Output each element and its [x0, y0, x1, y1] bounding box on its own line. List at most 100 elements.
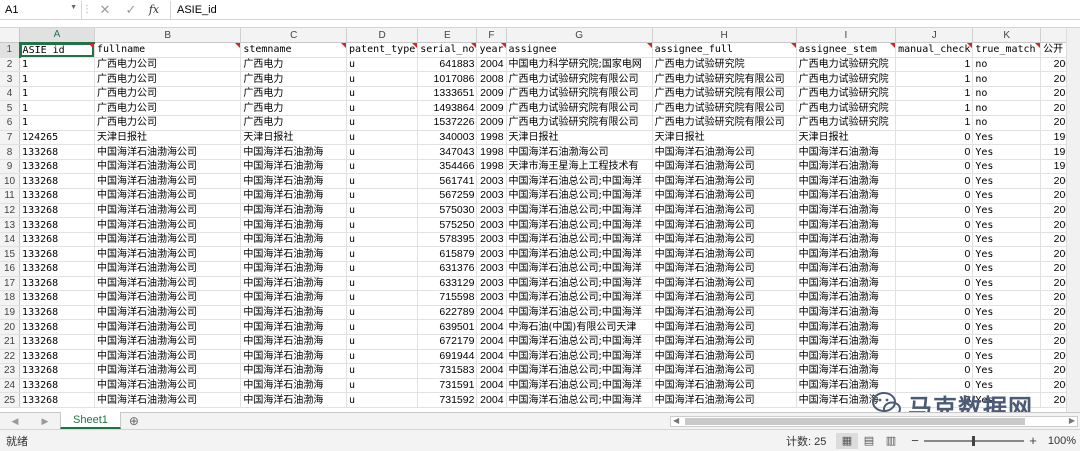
table-cell[interactable]: 中国海洋石油渤海公司 — [94, 261, 242, 277]
table-cell[interactable]: 354466 — [417, 159, 478, 175]
table-cell[interactable]: no — [972, 100, 1042, 117]
table-cell[interactable]: 中国海洋石油渤海 — [796, 305, 897, 321]
table-cell[interactable]: 中国海洋石油总公司;中国海洋 — [506, 246, 653, 262]
zoom-slider-knob[interactable] — [972, 435, 975, 446]
table-cell[interactable]: 615879 — [417, 246, 478, 262]
table-cell[interactable]: u — [346, 319, 419, 335]
table-cell[interactable]: 中国海洋石油渤海 — [240, 305, 348, 321]
scroll-left-icon[interactable]: ◀ — [673, 416, 679, 425]
table-cell[interactable]: 中国电力科学研究院;国家电网 — [506, 57, 653, 73]
table-cell[interactable]: 中国海洋石油渤海公司 — [94, 173, 242, 190]
table-cell[interactable]: 0 — [895, 130, 974, 146]
name-box[interactable]: A1 ▼ — [0, 0, 82, 19]
table-cell[interactable]: 1 — [895, 86, 974, 102]
header-cell[interactable]: assignee_stem — [796, 42, 897, 58]
scroll-tabs-left-icon[interactable]: ◀ — [12, 416, 19, 427]
table-cell[interactable]: 1 — [19, 115, 95, 131]
formula-input[interactable]: ASIE_id — [170, 0, 1080, 19]
table-cell[interactable]: 中国海洋石油渤海 — [796, 319, 897, 335]
table-cell[interactable]: 575250 — [417, 217, 478, 233]
table-cell[interactable]: u — [346, 261, 419, 277]
row-header[interactable]: 19 — [0, 305, 21, 321]
table-cell[interactable]: 中国海洋石油渤海公司 — [652, 290, 797, 306]
table-cell[interactable]: 中国海洋石油渤海公司 — [652, 261, 797, 277]
table-cell[interactable]: Yes — [972, 173, 1042, 190]
table-cell[interactable]: 广西电力试验研究院有限公司 — [652, 86, 797, 102]
table-cell[interactable]: 133268 — [19, 232, 95, 248]
page-break-view-icon[interactable]: ▥ — [880, 433, 902, 449]
vertical-scrollbar[interactable] — [1066, 28, 1080, 412]
table-cell[interactable]: 中国海洋石油渤海 — [240, 290, 348, 306]
spreadsheet-grid[interactable]: ABCDEFGHIJK 1 ASIE_id fullname stemname pate… — [0, 28, 1080, 412]
table-cell[interactable]: 133268 — [19, 173, 95, 190]
scroll-tabs-right-icon[interactable]: ▶ — [42, 416, 49, 427]
table-cell[interactable]: 中国海洋石油渤海 — [796, 363, 897, 379]
table-cell[interactable]: 中国海洋石油渤海公司 — [94, 276, 242, 292]
table-cell[interactable]: 中国海洋石油渤海公司 — [94, 363, 242, 379]
header-cell[interactable]: assignee_full — [652, 42, 797, 58]
table-cell[interactable]: 2009 — [476, 115, 507, 131]
table-cell[interactable]: 天津市海王星海上工程技术有 — [506, 159, 653, 175]
table-cell[interactable]: 0 — [895, 173, 974, 190]
table-cell[interactable]: 中国海洋石油渤海 — [240, 144, 348, 160]
table-cell[interactable]: Yes — [972, 159, 1042, 175]
normal-view-icon[interactable]: ▦ — [836, 432, 858, 449]
table-cell[interactable]: 广西电力试验研究院 — [796, 100, 897, 117]
table-cell[interactable]: 中国海洋石油总公司;中国海洋 — [506, 188, 653, 204]
page-layout-view-icon[interactable]: ▤ — [858, 433, 880, 449]
table-cell[interactable]: Yes — [972, 305, 1042, 321]
table-cell[interactable]: 中国海洋石油渤海公司 — [94, 203, 242, 219]
table-cell[interactable]: u — [346, 217, 419, 233]
table-cell[interactable]: 347043 — [417, 144, 478, 160]
table-cell[interactable]: 0 — [895, 217, 974, 233]
table-cell[interactable]: 中国海洋石油渤海公司 — [652, 232, 797, 248]
header-cell[interactable]: assignee — [506, 42, 653, 58]
table-cell[interactable]: u — [346, 392, 419, 408]
table-cell[interactable]: 2003 — [476, 232, 507, 248]
table-cell[interactable]: 0 — [895, 363, 974, 379]
row-header[interactable]: 2 — [0, 57, 21, 73]
table-cell[interactable]: u — [346, 173, 419, 190]
table-cell[interactable]: 2003 — [476, 203, 507, 219]
table-cell[interactable]: 广西电力试验研究院 — [652, 57, 797, 73]
table-cell[interactable]: 567259 — [417, 188, 478, 204]
table-cell[interactable]: 中国海洋石油渤海 — [240, 232, 348, 248]
table-cell[interactable]: 中国海洋石油渤海公司 — [94, 349, 242, 365]
table-cell[interactable]: 2009 — [476, 86, 507, 102]
table-cell[interactable]: u — [346, 378, 419, 394]
table-cell[interactable]: 中国海洋石油渤海公司 — [652, 203, 797, 219]
table-cell[interactable]: u — [346, 144, 419, 160]
table-cell[interactable]: 133268 — [19, 159, 95, 175]
table-cell[interactable]: 2003 — [476, 217, 507, 233]
table-cell[interactable]: 340003 — [417, 130, 478, 146]
table-cell[interactable]: 0 — [895, 319, 974, 335]
table-cell[interactable]: Yes — [972, 130, 1042, 146]
table-cell[interactable]: 广西电力试验研究院有限公司 — [652, 71, 797, 87]
table-cell[interactable]: 2003 — [476, 290, 507, 306]
table-cell[interactable]: 0 — [895, 188, 974, 204]
table-cell[interactable]: 中国海洋石油总公司;中国海洋 — [506, 392, 653, 408]
table-cell[interactable]: 中国海洋石油总公司;中国海洋 — [506, 378, 653, 394]
table-cell[interactable]: 2003 — [476, 261, 507, 277]
table-cell[interactable]: Yes — [972, 334, 1042, 350]
table-cell[interactable]: 0 — [895, 203, 974, 219]
table-cell[interactable]: 中国海洋石油总公司;中国海洋 — [506, 217, 653, 233]
row-header[interactable]: 5 — [0, 100, 21, 117]
row-header[interactable]: 13 — [0, 217, 21, 233]
table-cell[interactable]: 中国海洋石油总公司;中国海洋 — [506, 363, 653, 379]
table-cell[interactable]: u — [346, 363, 419, 379]
table-cell[interactable]: 1 — [19, 86, 95, 102]
table-cell[interactable]: 0 — [895, 305, 974, 321]
table-cell[interactable]: 133268 — [19, 378, 95, 394]
column-header[interactable]: J — [895, 28, 974, 44]
table-cell[interactable]: u — [346, 115, 419, 131]
chevron-down-icon[interactable]: ▼ — [70, 4, 77, 11]
table-cell[interactable]: 中国海洋石油渤海 — [796, 203, 897, 219]
table-cell[interactable]: 133268 — [19, 392, 95, 408]
table-cell[interactable]: 中国海洋石油渤海公司 — [652, 305, 797, 321]
table-cell[interactable]: 广西电力公司 — [94, 86, 242, 102]
header-cell[interactable]: manual_check — [895, 42, 974, 58]
column-header[interactable]: C — [240, 28, 348, 44]
table-cell[interactable]: 中国海洋石油渤海公司 — [94, 246, 242, 262]
row-header[interactable]: 25 — [0, 392, 21, 408]
